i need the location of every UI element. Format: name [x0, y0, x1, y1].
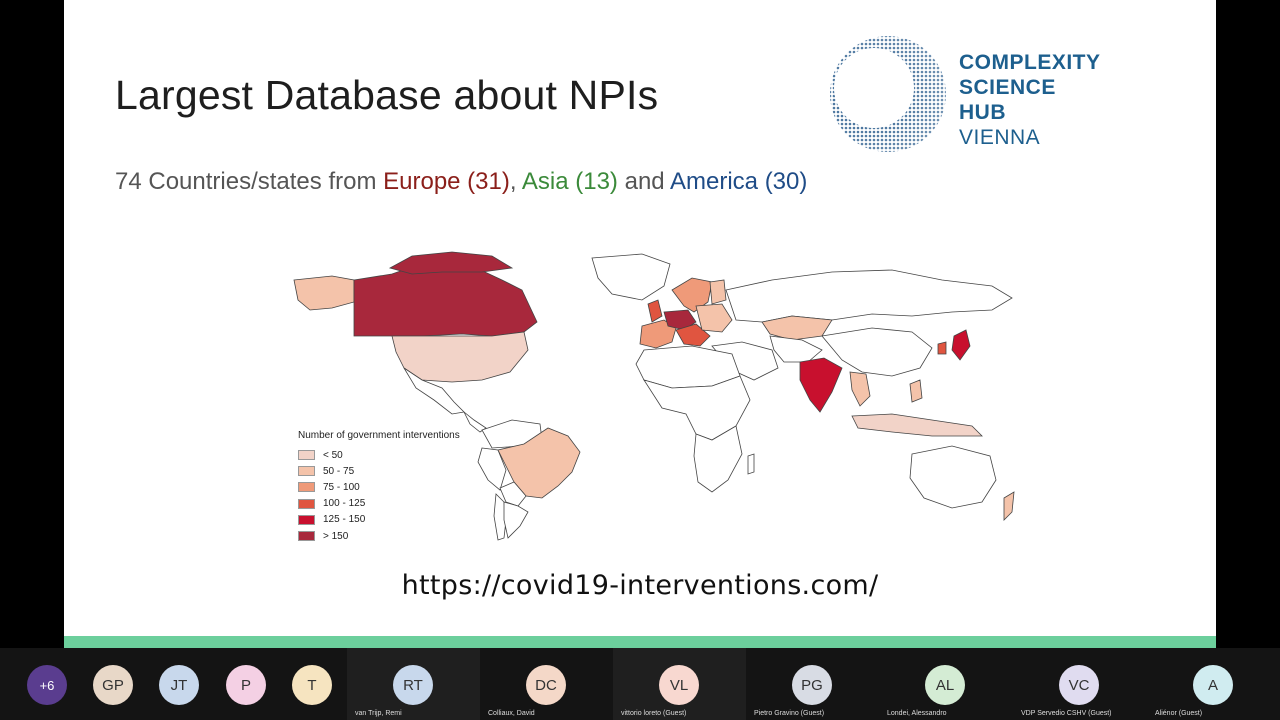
subtitle-europe: Europe (31): [383, 168, 510, 195]
legend-label: 100 - 125: [323, 498, 366, 510]
avatar: DC: [526, 665, 566, 705]
participant-name: Londei, Alessandro: [887, 710, 947, 717]
participant-tile[interactable]: RT van Trijp, Remi: [347, 648, 480, 720]
avatar: T: [292, 665, 332, 705]
database-url: https://covid19-interventions.com/: [401, 570, 879, 601]
slide-title: Largest Database about NPIs: [115, 72, 659, 118]
logo-line-4: VIENNA: [959, 126, 1041, 149]
subtitle-asia: Asia (13): [521, 168, 618, 195]
participant-name: vittorio loreto (Guest): [621, 710, 687, 717]
legend-swatch: [298, 514, 315, 525]
participant-strip: +6 GP JT P T RT van Trijp, Remi DC Colli…: [0, 648, 1280, 720]
legend-item: 50 - 75: [298, 463, 460, 479]
legend-label: < 50: [323, 449, 343, 461]
participant-tile[interactable]: AL Londei, Alessandro: [879, 648, 1012, 720]
participant-tile[interactable]: VC VDP Servedio CSHV (Guest): [1013, 648, 1146, 720]
participant-tile[interactable]: A Aliénor (Guest): [1147, 648, 1280, 720]
map-australia: [909, 445, 997, 509]
map-arctic-islands: [388, 251, 514, 275]
legend-swatch: [298, 450, 315, 461]
avatar: PG: [792, 665, 832, 705]
participant-tile[interactable]: DC Colliaux, David: [480, 648, 613, 720]
logo-line-2: SCIENCE: [959, 76, 1056, 99]
subtitle-prefix: 74 Countries/states from: [115, 168, 384, 195]
map-korea: [937, 341, 947, 355]
participant-name: Colliaux, David: [488, 710, 535, 717]
map-central-america: [463, 411, 487, 433]
legend-item: 100 - 125: [298, 496, 460, 512]
legend-swatch: [298, 482, 315, 493]
complexity-science-hub-logo: COMPLEXITY SCIENCE HUB VIENNA: [816, 30, 1136, 158]
logo-dotted-circle-icon: [828, 34, 948, 154]
legend-item: < 50: [298, 447, 460, 463]
subtitle-sep-2: and: [617, 168, 670, 195]
map-new-zealand: [1003, 491, 1015, 521]
participant-name: Aliénor (Guest): [1155, 710, 1203, 717]
map-argentina: [503, 501, 529, 539]
map-legend: Number of government interventions < 50 …: [298, 430, 460, 544]
avatar: VC: [1059, 665, 1099, 705]
legend-label: 50 - 75: [323, 465, 355, 477]
map-finland: [709, 279, 727, 305]
legend-label: > 150: [323, 530, 349, 542]
map-southeast-asia: [849, 371, 871, 407]
legend-title: Number of government interventions: [298, 430, 460, 441]
logo-line-1: COMPLEXITY: [959, 51, 1101, 74]
participant-tile[interactable]: PG Pietro Gravino (Guest): [746, 648, 879, 720]
participant-name: Pietro Gravino (Guest): [754, 710, 825, 717]
legend-label: 125 - 150: [323, 514, 366, 526]
map-greenland: [591, 253, 671, 301]
map-philippines: [909, 379, 923, 403]
legend-item: 75 - 100: [298, 479, 460, 495]
legend-item: > 150: [298, 528, 460, 544]
map-madagascar: [747, 453, 755, 475]
map-alaska: [293, 275, 355, 311]
map-russia: [725, 269, 1013, 323]
legend-swatch: [298, 531, 315, 542]
participant-tile[interactable]: VL vittorio loreto (Guest): [613, 648, 746, 720]
slide-subtitle: 74 Countries/states from Europe (31), As…: [115, 168, 807, 196]
legend-swatch: [298, 498, 315, 509]
logo-line-3: HUB: [959, 101, 1006, 124]
avatar: VL: [659, 665, 699, 705]
slide-accent-bar: [64, 636, 1216, 648]
avatar: RT: [393, 665, 433, 705]
map-iran-central-asia: [769, 335, 823, 363]
map-indonesia: [851, 413, 983, 437]
participant-name: VDP Servedio CSHV (Guest): [1021, 710, 1112, 717]
subtitle-sep-1: ,: [509, 168, 522, 195]
presentation-slide: Largest Database about NPIs COMPLEXITY S…: [64, 0, 1216, 648]
legend-swatch: [298, 466, 315, 477]
subtitle-america: America (30): [670, 168, 808, 195]
legend-item: 125 - 150: [298, 512, 460, 528]
map-eastern-europe: [695, 303, 733, 333]
participant-name: van Trijp, Remi: [355, 710, 402, 717]
avatar: AL: [925, 665, 965, 705]
map-japan: [951, 329, 971, 361]
map-uk: [647, 299, 663, 323]
legend-label: 75 - 100: [323, 481, 360, 493]
avatar: A: [1193, 665, 1233, 705]
map-india: [799, 357, 843, 413]
